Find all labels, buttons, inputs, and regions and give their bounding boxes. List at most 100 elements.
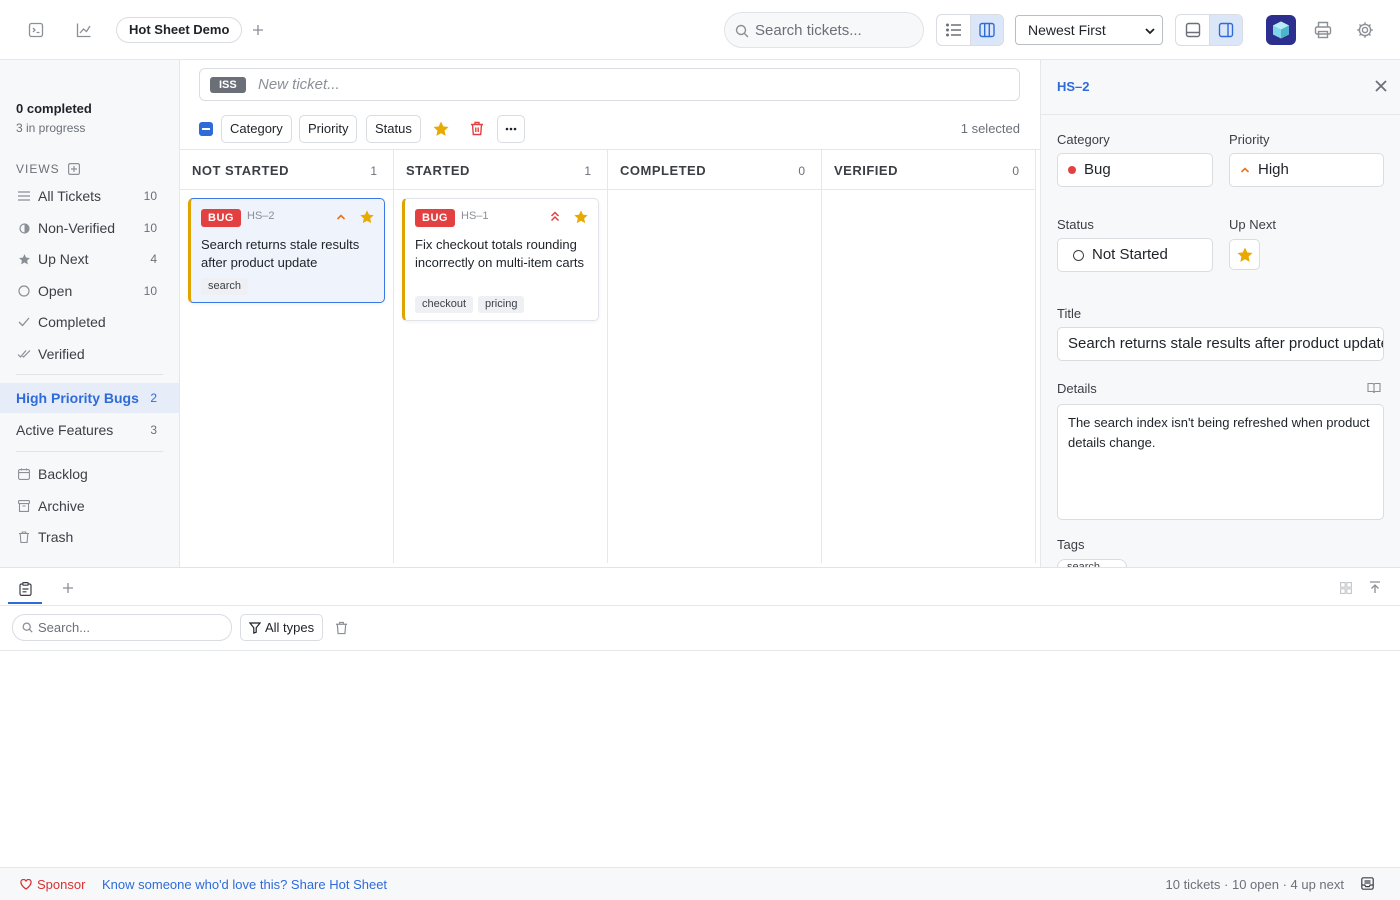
up-next-toggle[interactable] [1229,239,1260,270]
add-tab-icon[interactable] [62,582,74,594]
category-select[interactable]: Bug [1057,153,1213,187]
double-check-icon [16,349,32,359]
column-header: STARTED 1 [394,150,607,190]
status-button[interactable]: Status [366,115,421,143]
ticket-tags: checkout pricing [415,296,525,313]
star-icon[interactable] [573,209,589,225]
sidebar-item-trash[interactable]: Trash [0,522,179,552]
priority-high-icon [1240,166,1250,174]
sidebar-divider [16,451,163,452]
gear-icon[interactable] [1353,18,1377,42]
ticket-title: Fix checkout totals rounding incorrectly… [415,237,585,270]
ticket-card-hs-1[interactable]: BUG HS–1 Fix checkout totals rounding in… [402,198,599,321]
priority-select[interactable]: High [1229,153,1384,187]
priority-button[interactable]: Priority [299,115,358,143]
close-icon[interactable] [1375,80,1387,92]
type-filter-button[interactable]: All types [240,614,324,641]
bottom-panel: Search... All types [0,567,1400,867]
sidebar-item-count: 3 [150,423,157,437]
sidebar: 0 completed 3 in progress VIEWS All Tick… [0,60,180,567]
ticket-type-badge[interactable]: ISS [210,77,246,93]
sidebar-item-up-next[interactable]: Up Next 4 [0,244,179,274]
tags-label: Tags [1057,537,1085,552]
calendar-icon [16,468,32,480]
clipboard-tab[interactable] [8,576,42,604]
sidebar-item-label: Trash [38,529,74,545]
batch-toolbar: Category Priority Status 1 selected [199,115,1020,143]
sidebar-divider [16,374,163,375]
category-badge: BUG [201,209,241,227]
sidebar-item-non-verified[interactable]: Non-Verified 10 [0,213,179,243]
bottom-panel-tabs [0,568,1400,606]
select-all-checkbox[interactable] [199,122,213,136]
column-count: 1 [584,164,591,178]
views-heading-label: VIEWS [16,162,60,176]
tag: pricing [478,296,525,313]
detail-ticket-id: HS–2 [1057,79,1090,94]
selected-count: 1 selected [960,121,1020,136]
maximize-panel-icon[interactable] [1369,581,1381,594]
trash-icon[interactable] [335,621,348,635]
sort-select[interactable]: Newest First [1015,15,1163,45]
view-mode-toggle [936,14,1004,46]
status-select[interactable]: Not Started [1057,238,1213,272]
ticket-title: Search returns stale results after produ… [201,237,360,270]
bottom-panel-divider [0,650,1400,651]
side-panel-icon[interactable] [1209,15,1242,45]
sidebar-item-count: 4 [150,252,157,266]
ticket-card-hs-2[interactable]: BUG HS–2 Search returns stale results af… [188,198,385,303]
column-title: STARTED [406,163,470,178]
list-view-icon[interactable] [937,15,970,45]
add-project-icon[interactable] [246,18,270,42]
details-textarea[interactable]: The search index isn't being refreshed w… [1057,404,1384,520]
trash-icon[interactable] [470,121,484,136]
sidebar-item-verified[interactable]: Verified [0,339,179,369]
sponsor-link[interactable]: Sponsor [20,877,85,892]
title-input[interactable]: Search returns stale results after produ… [1057,327,1384,361]
star-icon[interactable] [359,209,375,225]
search-icon [22,622,33,633]
add-view-icon[interactable] [67,163,80,175]
new-ticket-input[interactable]: ISS New ticket... [199,68,1020,101]
sidebar-item-count: 10 [143,189,157,203]
star-icon[interactable] [432,120,450,138]
inbox-icon[interactable] [1361,877,1374,890]
markdown-preview-icon[interactable] [1367,382,1381,394]
sidebar-item-backlog[interactable]: Backlog [0,459,179,489]
log-search-input[interactable]: Search... [12,614,232,641]
tag-chip[interactable]: search [1057,559,1127,567]
top-bar: Hot Sheet Demo Search tickets... Newest … [0,0,1400,60]
completed-count: 0 completed [16,101,92,116]
sidebar-item-label: Verified [38,346,85,362]
priority-high-icon [336,213,346,221]
bottom-panel-icon[interactable] [1176,15,1209,45]
search-tickets-input[interactable]: Search tickets... [724,12,924,48]
sidebar-item-archive[interactable]: Archive [0,491,179,521]
circle-icon [16,285,32,297]
print-icon[interactable] [1311,18,1335,42]
in-progress-count: 3 in progress [16,121,86,135]
share-link[interactable]: Know someone who'd love this? Share Hot … [102,877,387,892]
sidebar-item-all-tickets[interactable]: All Tickets 10 [0,181,179,211]
columns-view-icon[interactable] [970,15,1003,45]
ticket-id: HS–1 [461,210,489,222]
chart-icon[interactable] [72,18,96,42]
priority-highest-icon [550,211,560,222]
views-heading: VIEWS [16,162,80,176]
sidebar-item-open[interactable]: Open 10 [0,276,179,306]
sidebar-item-label: Archive [38,498,85,514]
star-icon [16,253,32,266]
grid-icon[interactable] [1340,582,1352,594]
sidebar-item-label: Completed [38,314,106,330]
ticket-id: HS–2 [247,210,275,222]
sidebar-item-high-priority-bugs[interactable]: High Priority Bugs 2 [0,383,179,413]
more-options-button[interactable] [497,115,525,143]
footer-stats: 10 tickets · 10 open · 4 up next [1165,877,1345,892]
project-tab[interactable]: Hot Sheet Demo [116,17,243,43]
terminal-icon[interactable] [24,18,48,42]
category-button[interactable]: Category [221,115,292,143]
sidebar-item-completed[interactable]: Completed [0,307,179,337]
sidebar-item-active-features[interactable]: Active Features 3 [0,415,179,445]
column-count: 0 [798,164,805,178]
app-logo[interactable] [1266,15,1296,45]
